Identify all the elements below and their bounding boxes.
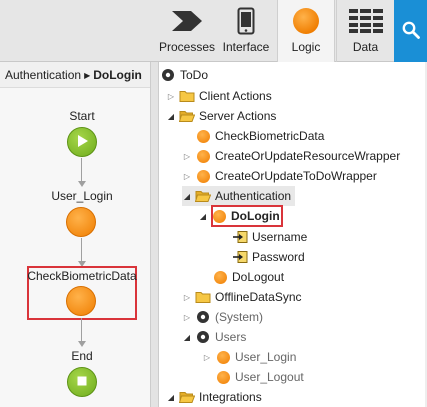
tree-item-server-actions[interactable]: ◢ Server Actions xyxy=(166,106,276,126)
tree-item-check-biometric-data[interactable]: CheckBiometricData xyxy=(195,126,324,146)
folder-icon xyxy=(179,88,195,104)
tree-item-user-logout[interactable]: User_Logout xyxy=(215,367,304,387)
user-login-node[interactable] xyxy=(66,207,96,237)
collapse-arrow-icon[interactable]: ◢ xyxy=(198,212,208,221)
top-toolbar: Processes Interface Logic Data xyxy=(0,0,427,62)
breadcrumb: Authentication ▶ DoLogin xyxy=(0,62,155,88)
mobile-device-icon xyxy=(218,6,274,36)
tree-item-label: CheckBiometricData xyxy=(215,129,325,143)
collapse-arrow-icon[interactable]: ◢ xyxy=(182,333,192,342)
tree-item-label: Password xyxy=(252,250,305,264)
flow-arrow-icon xyxy=(78,341,86,347)
tree-item-label: ToDo xyxy=(180,68,209,82)
tab-logic[interactable]: Logic xyxy=(277,0,335,62)
tree-item-todo[interactable]: ToDo xyxy=(160,65,208,85)
tree-item-integrations[interactable]: ◢ Integrations xyxy=(166,387,262,407)
server-action-icon xyxy=(215,369,231,385)
search-button[interactable] xyxy=(394,0,427,62)
flow-connector xyxy=(81,158,82,182)
server-action-icon xyxy=(195,148,211,164)
flow-arrow-icon xyxy=(78,181,86,187)
tree-item-dologout[interactable]: DoLogout xyxy=(212,267,284,287)
data-table-icon xyxy=(337,6,394,36)
tree-item-user-login[interactable]: ▷ User_Login xyxy=(202,347,296,367)
flow-connector xyxy=(81,318,82,342)
tab-logic-label: Logic xyxy=(291,40,321,54)
processes-chevron-icon xyxy=(156,6,218,36)
logic-orange-circle-icon xyxy=(278,6,334,36)
play-icon xyxy=(75,134,89,151)
breadcrumb-separator-icon: ▶ xyxy=(84,71,91,80)
tree-item-label: Users xyxy=(215,330,247,344)
flow-node-label-end: End xyxy=(71,349,93,363)
tree-item-password[interactable]: Password xyxy=(232,247,305,267)
tree-item-label: CreateOrUpdateToDoWrapper xyxy=(215,169,377,183)
tree-item-label: User_Logout xyxy=(235,370,304,384)
tab-interface[interactable]: Interface xyxy=(218,0,274,62)
collapse-arrow-icon[interactable]: ◢ xyxy=(182,192,192,201)
expand-arrow-icon[interactable]: ▷ xyxy=(182,172,192,181)
highlight-box xyxy=(211,205,283,227)
server-action-icon xyxy=(215,349,231,365)
expand-arrow-icon[interactable]: ▷ xyxy=(182,313,192,322)
tree-item-client-actions[interactable]: ▷ Client Actions xyxy=(166,86,272,106)
tab-processes-label: Processes xyxy=(158,40,216,54)
tree-item-label: Server Actions xyxy=(199,109,277,123)
tree-item-label: (System) xyxy=(215,310,263,324)
input-parameter-icon xyxy=(232,229,248,245)
tree-item-label: User_Login xyxy=(235,350,297,364)
tab-data[interactable]: Data xyxy=(336,0,394,62)
tree-item-create-or-update-todo-wrapper[interactable]: ▷ CreateOrUpdateToDoWrapper xyxy=(182,166,377,186)
collapse-arrow-icon[interactable]: ◢ xyxy=(166,393,176,402)
flow-node-label-user-login: User_Login xyxy=(51,189,113,203)
folder-icon xyxy=(195,289,211,305)
tree-item-label: DoLogout xyxy=(232,270,285,284)
check-biometric-data-node[interactable] xyxy=(66,286,96,316)
module-icon xyxy=(160,67,176,83)
tree-item-label: CreateOrUpdateResourceWrapper xyxy=(215,149,401,163)
expand-arrow-icon[interactable]: ▷ xyxy=(182,293,192,302)
folder-open-icon xyxy=(195,188,211,204)
tree-item-users[interactable]: ◢ Users xyxy=(182,327,246,347)
reference-module-icon xyxy=(195,329,211,345)
flow-connector xyxy=(81,238,82,262)
tab-interface-label: Interface xyxy=(222,40,270,54)
folder-open-icon xyxy=(179,389,195,405)
tree-item-system[interactable]: ▷ (System) xyxy=(182,307,263,327)
end-node[interactable] xyxy=(67,367,97,397)
tab-processes[interactable]: Processes xyxy=(156,0,218,62)
input-parameter-icon xyxy=(232,249,248,265)
server-action-icon xyxy=(195,128,211,144)
tree-item-offline-data-sync[interactable]: ▷ OfflineDataSync xyxy=(182,287,302,307)
server-action-icon xyxy=(195,168,211,184)
start-node[interactable] xyxy=(67,127,97,157)
flow-node-label-start: Start xyxy=(69,109,95,123)
tree-item-label: Client Actions xyxy=(199,89,272,103)
reference-module-icon xyxy=(195,309,211,325)
expand-arrow-icon[interactable]: ▷ xyxy=(182,152,192,161)
expand-arrow-icon[interactable]: ▷ xyxy=(166,92,176,101)
tree-item-label: Integrations xyxy=(199,390,262,404)
breadcrumb-parent[interactable]: Authentication xyxy=(5,68,81,82)
tree-item-label: OfflineDataSync xyxy=(215,290,302,304)
tree-item-label: Authentication xyxy=(215,189,292,203)
tree-item-create-or-update-resource-wrapper[interactable]: ▷ CreateOrUpdateResourceWrapper xyxy=(182,146,400,166)
breadcrumb-current: DoLogin xyxy=(93,68,142,82)
folder-open-icon xyxy=(179,108,195,124)
collapse-arrow-icon[interactable]: ◢ xyxy=(166,112,176,121)
tree-item-username[interactable]: Username xyxy=(232,227,307,247)
tree-item-label: Username xyxy=(252,230,308,244)
server-action-icon xyxy=(212,269,228,285)
expand-arrow-icon[interactable]: ▷ xyxy=(202,353,212,362)
panel-splitter[interactable] xyxy=(150,62,159,407)
flow-node-label-check-biometric: CheckBiometricData xyxy=(27,269,137,283)
stop-icon xyxy=(76,375,88,390)
search-icon xyxy=(402,21,420,42)
tab-data-label: Data xyxy=(352,40,379,54)
tree-item-authentication[interactable]: ◢ Authentication xyxy=(182,186,296,206)
